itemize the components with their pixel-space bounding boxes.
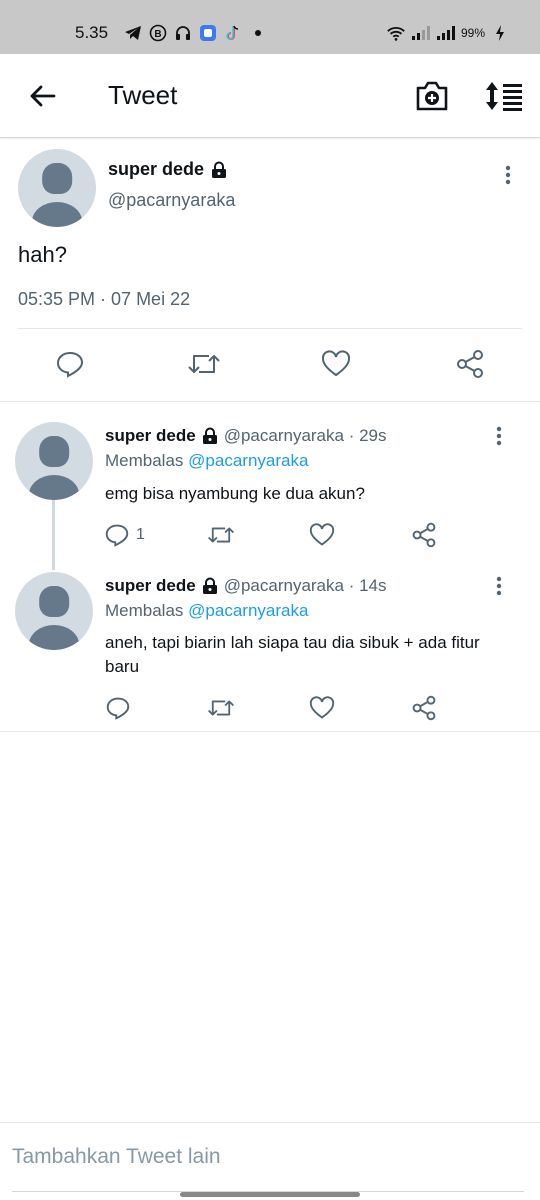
sort-icon [486,82,522,111]
share-icon [412,522,436,548]
tweet-text: aneh, tapi biarin lah siapa tau dia sibu… [105,633,480,676]
tweet-text: emg bisa nyambung ke dua akun? [105,484,365,503]
avatar-head [42,163,72,195]
author-name[interactable]: super dede [105,576,196,596]
add-tweet-input[interactable] [12,1145,522,1169]
reply-header: super dede @pacarnyaraka · 14s [105,576,386,596]
tweet-text: hah? [18,242,67,267]
avatar-body [32,202,82,227]
reply-button[interactable] [50,348,90,380]
status-time: 5.35 [75,23,109,42]
mention-link[interactable]: @pacarnyaraka [188,451,308,470]
author-handle[interactable]: @pacarnyaraka [108,190,235,211]
lock-icon [202,577,217,594]
app-bar: Tweet [0,54,540,138]
tiktok-icon [223,23,243,43]
more-options-button[interactable] [489,572,509,600]
retweet-icon [208,527,234,543]
app-icon [198,23,218,43]
avatar[interactable] [15,572,93,650]
sort-button[interactable] [482,76,526,116]
author-handle[interactable]: @pacarnyaraka · 29s [224,426,387,446]
more-vertical-icon [505,165,511,185]
like-button[interactable] [308,520,336,550]
page-title: Tweet [108,80,178,110]
replying-label: Membalas [105,451,184,470]
retweet-button[interactable] [205,520,237,550]
avatar-body [29,475,79,500]
more-vertical-icon [496,426,502,446]
reply-icon [56,351,84,378]
divider [0,731,540,732]
like-button[interactable] [316,348,356,380]
reply-count: 1 [136,526,145,543]
retweet-button[interactable] [184,348,224,380]
reply-composer [0,1122,540,1192]
author-name-text: super dede [108,159,205,179]
back-button[interactable] [22,78,62,114]
main-tweet: super dede @pacarnyaraka hah? 05:35 PM ·… [0,138,540,402]
wifi-icon [386,23,406,43]
lock-icon [212,161,227,178]
lock-icon [202,427,217,444]
share-icon [412,695,436,721]
like-icon [309,523,335,546]
share-icon [457,350,483,378]
reply-tweet: super dede @pacarnyaraka · 14s Membalas … [0,568,540,731]
like-icon [321,350,351,377]
share-button[interactable] [450,348,490,380]
divider [18,328,522,329]
avatar[interactable] [15,422,93,500]
camera-button[interactable] [412,76,452,116]
reply-header: super dede @pacarnyaraka · 29s [105,426,386,446]
share-button[interactable] [410,693,438,723]
home-indicator[interactable] [180,1192,360,1197]
charging-icon [490,23,510,43]
notification-icons: B [123,22,268,44]
avatar-head [39,436,69,468]
b-icon: B [148,23,168,43]
svg-text:B: B [154,29,161,40]
reply-button[interactable]: 1 [104,520,145,550]
like-icon [309,696,335,719]
author-name[interactable]: super dede [105,426,196,446]
author-handle[interactable]: @pacarnyaraka · 14s [224,576,387,596]
avatar-head [39,586,69,618]
more-vertical-icon [496,576,502,596]
system-icons: 99% [386,22,510,44]
retweet-icon [208,700,234,716]
battery-level: 99% [460,26,485,40]
mention-link[interactable]: @pacarnyaraka [188,601,308,620]
back-arrow-icon [30,85,56,107]
replying-to: Membalas @pacarnyaraka [105,601,308,621]
like-button[interactable] [308,693,336,723]
reply-icon [106,697,130,720]
more-options-button[interactable] [498,161,518,189]
thread-line [52,500,55,570]
replying-label: Membalas [105,601,184,620]
retweet-button[interactable] [205,693,237,723]
tweet-timestamp: 05:35 PM · 07 Mei 22 [18,289,191,309]
signal-icon [436,23,456,43]
avatar-body [29,625,79,650]
telegram-icon [123,23,143,43]
share-button[interactable] [410,520,438,550]
replying-to: Membalas @pacarnyaraka [105,451,308,471]
avatar[interactable] [18,149,96,227]
reply-button[interactable] [104,693,132,723]
reply-icon [105,524,129,547]
status-bar: 5.35 B 99% [0,0,540,54]
signal-icon [411,23,431,43]
reply-tweet: super dede @pacarnyaraka · 29s Membalas … [0,402,540,570]
more-options-button[interactable] [489,422,509,450]
retweet-icon [188,355,220,373]
author-name[interactable]: super dede [108,159,228,180]
headphones-icon [173,23,193,43]
dot-icon [248,23,268,43]
camera-add-icon [416,81,448,111]
